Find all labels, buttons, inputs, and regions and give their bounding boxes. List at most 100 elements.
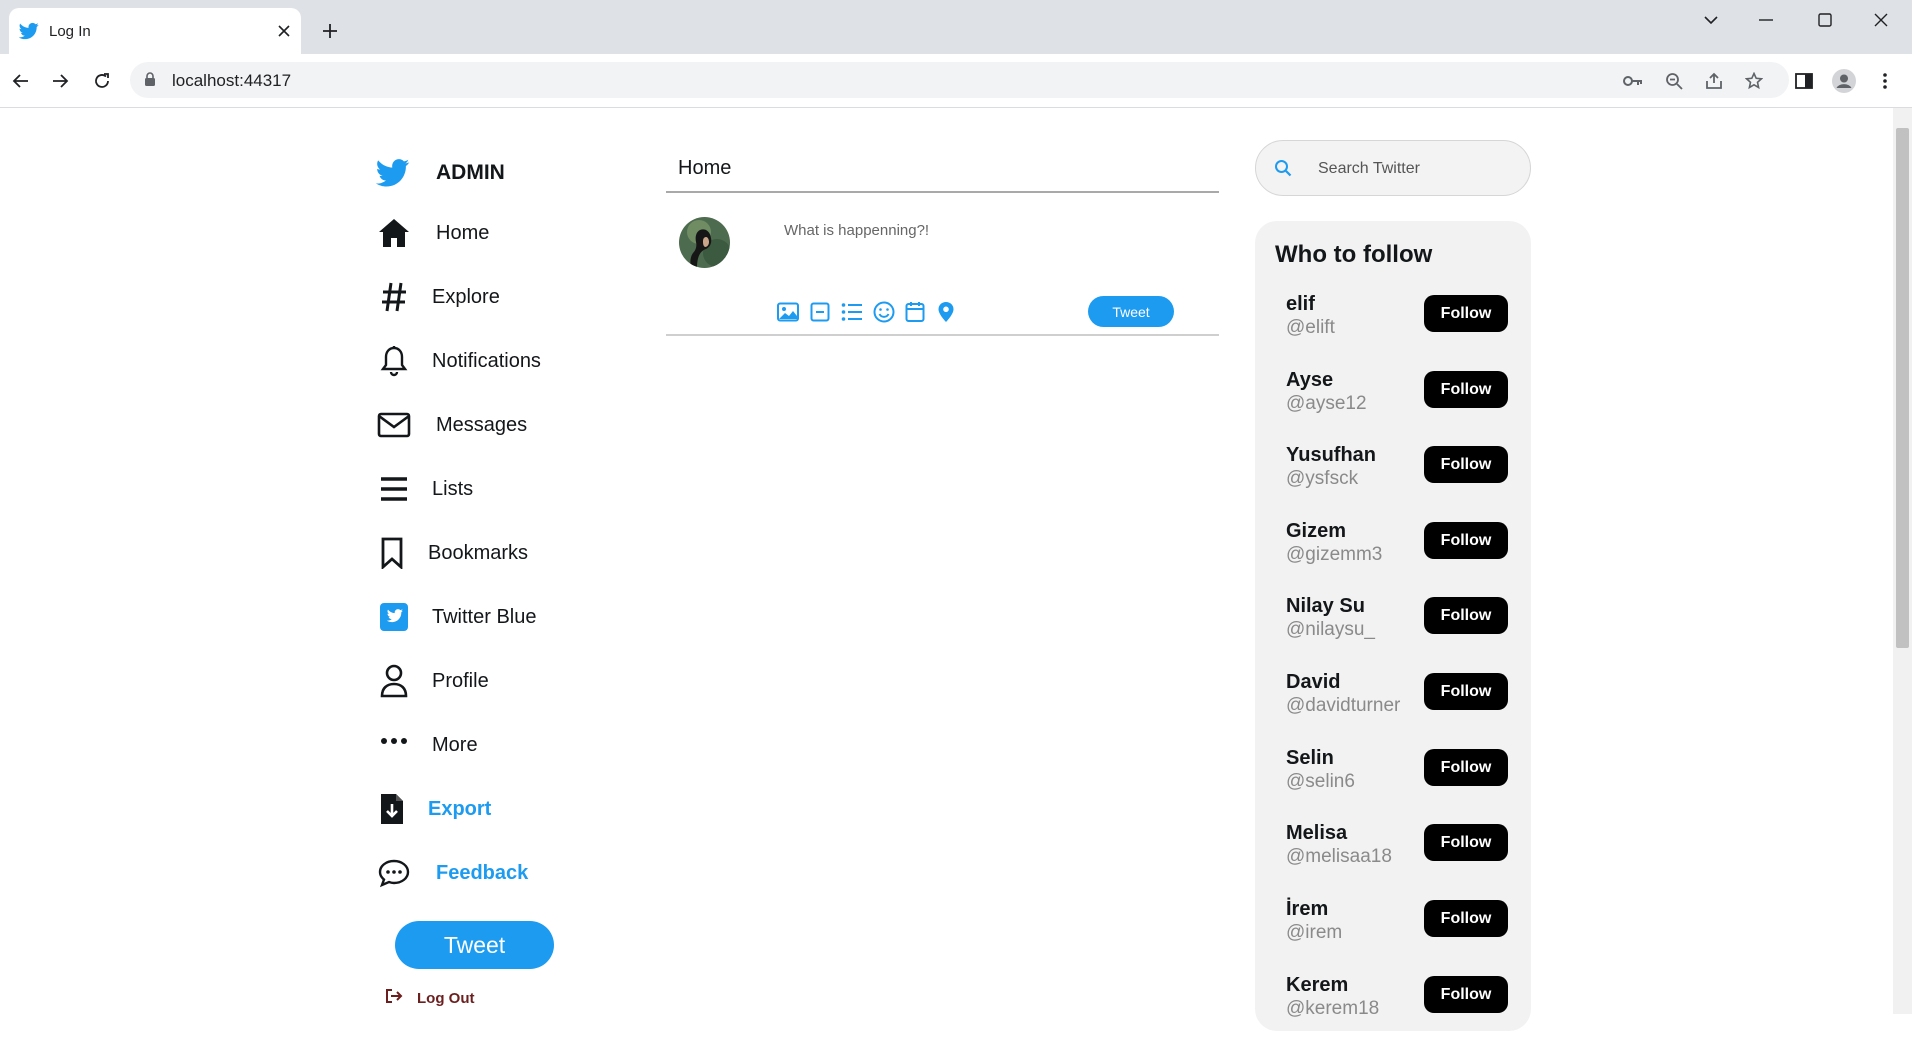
side-panel-icon[interactable] xyxy=(1791,68,1817,94)
minimize-icon[interactable] xyxy=(1747,8,1785,32)
sidebar-item-home[interactable]: Home xyxy=(377,216,489,250)
user-handle: @ayse12 xyxy=(1286,393,1367,414)
list-item: Kerem @kerem18 Follow xyxy=(1255,974,1531,1040)
user-handle: @nilaysu_ xyxy=(1286,619,1375,640)
location-icon[interactable] xyxy=(934,300,958,324)
compose-tweet-button[interactable]: Tweet xyxy=(1088,296,1174,327)
user-name: Selin xyxy=(1286,747,1334,769)
list-item: Gizem @gizemm3 Follow xyxy=(1255,520,1531,586)
list-item: İrem @irem Follow xyxy=(1255,898,1531,964)
close-tab-icon[interactable] xyxy=(273,20,295,42)
new-tab-icon[interactable] xyxy=(318,19,342,43)
user-name: Kerem xyxy=(1286,974,1349,996)
sidebar-tweet-button[interactable]: Tweet xyxy=(395,921,554,969)
poll-icon[interactable] xyxy=(840,300,864,324)
list-item: David @davidturner Follow xyxy=(1255,671,1531,737)
header-divider xyxy=(666,191,1219,193)
follow-button[interactable]: Follow xyxy=(1424,900,1508,937)
logout-link[interactable]: Log Out xyxy=(385,988,474,1009)
user-handle: @kerem18 xyxy=(1286,998,1380,1019)
search-box[interactable] xyxy=(1255,140,1531,196)
sidebar-item-export[interactable]: Export xyxy=(375,792,491,826)
tab-title: Log In xyxy=(49,23,91,40)
list-item: Melisa @melisaa18 Follow xyxy=(1255,822,1531,888)
user-name: elif xyxy=(1286,293,1315,315)
twitter-favicon-icon xyxy=(18,21,39,46)
sidebar-item-twitter-blue[interactable]: Twitter Blue xyxy=(377,600,536,634)
list-item: elif @elift Follow xyxy=(1255,293,1531,359)
image-icon[interactable] xyxy=(776,300,800,324)
emoji-icon[interactable] xyxy=(872,300,896,324)
reload-icon[interactable] xyxy=(89,68,115,94)
profile-avatar-icon[interactable] xyxy=(1831,68,1857,94)
sidebar-item-messages[interactable]: Messages xyxy=(377,408,527,442)
hashtag-icon xyxy=(377,280,411,314)
sidebar-item-label: Notifications xyxy=(432,349,541,372)
follow-button[interactable]: Follow xyxy=(1424,976,1508,1013)
sidebar-item-notifications[interactable]: Notifications xyxy=(377,344,541,378)
sidebar-item-label: More xyxy=(432,733,478,756)
user-handle: @davidturner xyxy=(1286,695,1401,716)
schedule-icon[interactable] xyxy=(903,300,927,324)
list-item: Ayse @ayse12 Follow xyxy=(1255,369,1531,435)
browser-tabstrip: Log In xyxy=(0,0,1912,54)
address-bar[interactable]: localhost:44317 xyxy=(130,62,1789,98)
sidebar-item-label: Profile xyxy=(432,669,489,692)
user-handle: @melisaa18 xyxy=(1286,846,1392,867)
user-name: Yusufhan xyxy=(1286,444,1377,466)
follow-button[interactable]: Follow xyxy=(1424,824,1508,861)
follow-button[interactable]: Follow xyxy=(1424,371,1508,408)
search-input[interactable] xyxy=(1316,158,1506,180)
sidebar-item-lists[interactable]: Lists xyxy=(377,472,473,506)
home-icon xyxy=(377,216,411,250)
follow-button[interactable]: Follow xyxy=(1424,749,1508,786)
logout-label: Log Out xyxy=(417,990,475,1007)
more-vert-icon[interactable] xyxy=(1872,68,1898,94)
list-item: Nilay Su @nilaysu_ Follow xyxy=(1255,595,1531,661)
bookmark-star-icon[interactable] xyxy=(1743,70,1765,92)
user-handle: @elift xyxy=(1286,317,1335,338)
sign-out-icon xyxy=(385,988,403,1009)
browser-tab[interactable]: Log In xyxy=(9,8,301,54)
sidebar-item-label: Explore xyxy=(432,285,500,308)
sidebar-item-label: Lists xyxy=(432,477,474,500)
user-handle: @irem xyxy=(1286,922,1343,943)
avatar[interactable] xyxy=(679,217,730,268)
sidebar-item-label: Export xyxy=(428,797,492,820)
sidebar-item-bookmarks[interactable]: Bookmarks xyxy=(375,536,528,570)
follow-button[interactable]: Follow xyxy=(1424,295,1508,332)
bookmark-icon xyxy=(375,536,409,570)
list-icon xyxy=(377,472,411,506)
sidebar-item-explore[interactable]: Explore xyxy=(377,280,500,314)
brand-logo[interactable]: ADMIN xyxy=(376,156,505,190)
follow-button[interactable]: Follow xyxy=(1424,673,1508,710)
user-name: İrem xyxy=(1286,898,1329,920)
scrollbar-thumb[interactable] xyxy=(1896,128,1909,648)
follow-button[interactable]: Follow xyxy=(1424,522,1508,559)
share-icon[interactable] xyxy=(1703,70,1725,92)
back-arrow-icon[interactable] xyxy=(8,68,34,94)
user-name: Melisa xyxy=(1286,822,1348,844)
window-close-icon[interactable] xyxy=(1862,8,1900,32)
follow-button[interactable]: Follow xyxy=(1424,597,1508,634)
gif-icon[interactable] xyxy=(808,300,832,324)
bell-icon xyxy=(377,344,411,378)
sidebar-item-feedback[interactable]: Feedback xyxy=(377,856,528,890)
tab-search-icon[interactable] xyxy=(1692,8,1730,32)
sidebar-item-profile[interactable]: Profile xyxy=(377,664,489,698)
sidebar-item-label: Twitter Blue xyxy=(432,605,537,628)
list-item: Selin @selin6 Follow xyxy=(1255,747,1531,813)
browser-toolbar: localhost:44317 xyxy=(0,54,1912,108)
key-icon[interactable] xyxy=(1622,70,1644,92)
user-name: David xyxy=(1286,671,1341,693)
zoom-icon[interactable] xyxy=(1663,70,1685,92)
follow-button[interactable]: Follow xyxy=(1424,446,1508,483)
sidebar-item-label: Feedback xyxy=(436,861,529,884)
page-scrollbar[interactable] xyxy=(1893,108,1912,1014)
compose-input[interactable] xyxy=(782,217,1182,243)
list-item: Yusufhan @ysfsck Follow xyxy=(1255,444,1531,510)
user-name: Ayse xyxy=(1286,369,1334,391)
forward-arrow-icon[interactable] xyxy=(47,68,73,94)
maximize-icon[interactable] xyxy=(1806,8,1844,32)
sidebar-item-more[interactable]: More xyxy=(377,728,478,762)
